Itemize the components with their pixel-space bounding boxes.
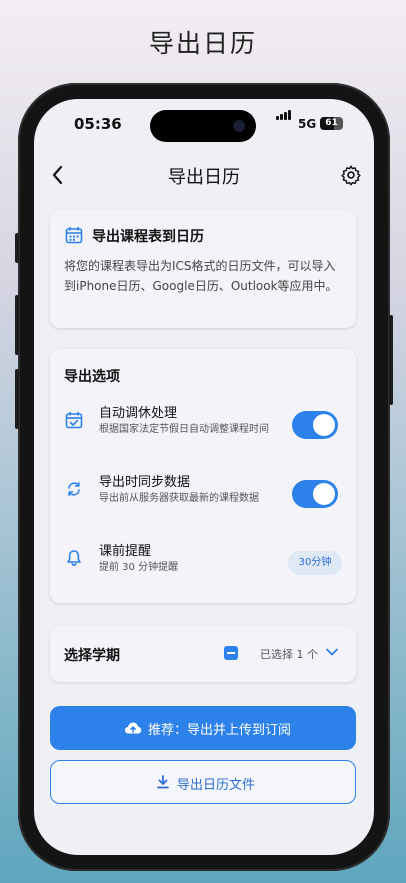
app-screen: 05:36 5G 61 导出日历 导出课程表到日历 将您的课程表导出为ICS格式… bbox=[34, 99, 374, 855]
export-options-title: 导出选项 bbox=[64, 369, 120, 385]
option-sync-data: 导出时同步数据 导出前从服务器获取最新的课程数据 bbox=[50, 470, 356, 520]
info-card: 导出课程表到日历 将您的课程表导出为ICS格式的日历文件，可以导入到iPhone… bbox=[50, 210, 356, 328]
mute-switch bbox=[15, 233, 19, 263]
semester-card[interactable]: 选择学期 已选择 1 个 bbox=[50, 626, 356, 682]
semester-checkbox[interactable] bbox=[224, 646, 238, 660]
option-label: 课前提醒 bbox=[99, 544, 152, 559]
option-auto-holiday: 自动调休处理 根据国家法定节假日自动调整课程时间 bbox=[50, 401, 356, 451]
volume-up-button bbox=[15, 295, 19, 355]
sync-data-toggle[interactable] bbox=[292, 480, 338, 508]
option-description: 根据国家法定节假日自动调整课程时间 bbox=[99, 424, 269, 435]
info-card-description: 将您的课程表导出为ICS格式的日历文件，可以导入到iPhone日历、Google… bbox=[64, 259, 338, 293]
page-caption: 导出日历 bbox=[148, 29, 257, 58]
cloud-upload-icon bbox=[125, 722, 142, 734]
export-file-label: 导出日历文件 bbox=[177, 778, 256, 793]
nav-bar: 导出日历 bbox=[34, 151, 374, 199]
toggle-knob bbox=[313, 483, 335, 505]
export-options-card: 导出选项 自动调休处理 根据国家法定节假日自动调整课程时间 导出时同步数据 导出… bbox=[50, 349, 356, 603]
info-card-title: 导出课程表到日历 bbox=[92, 229, 204, 245]
export-file-button[interactable]: 导出日历文件 bbox=[50, 760, 356, 804]
status-time: 05:36 bbox=[74, 115, 122, 133]
auto-holiday-toggle[interactable] bbox=[292, 411, 338, 439]
export-upload-button[interactable]: 推荐：导出并上传到订阅 bbox=[50, 706, 356, 750]
sync-icon bbox=[68, 482, 80, 496]
chevron-down-icon[interactable] bbox=[324, 644, 340, 660]
gear-icon[interactable] bbox=[340, 164, 362, 186]
page-title: 导出日历 bbox=[168, 167, 240, 188]
semester-selected-count: 已选择 1 个 bbox=[260, 648, 318, 661]
reminder-time-chip[interactable]: 30分钟 bbox=[288, 551, 342, 575]
toggle-knob bbox=[313, 414, 335, 436]
option-label: 导出时同步数据 bbox=[99, 475, 191, 490]
camera-icon bbox=[233, 120, 245, 132]
semester-title: 选择学期 bbox=[64, 648, 120, 664]
status-bar: 05:36 5G 61 bbox=[34, 99, 374, 151]
phone-frame: 05:36 5G 61 导出日历 导出课程表到日历 将您的课程表导出为ICS格式… bbox=[15, 83, 393, 871]
network-type: 5G bbox=[298, 117, 317, 131]
battery-level: 61 bbox=[325, 118, 338, 128]
power-button bbox=[389, 315, 393, 405]
export-upload-label: 推荐：导出并上传到订阅 bbox=[148, 723, 292, 738]
battery-icon: 61 bbox=[320, 117, 343, 130]
option-description: 导出前从服务器获取最新的课程数据 bbox=[99, 493, 259, 504]
calendar-check-icon bbox=[65, 412, 83, 429]
bell-icon bbox=[67, 550, 81, 566]
calendar-icon bbox=[65, 227, 83, 244]
option-description: 提前 30 分钟提醒 bbox=[99, 562, 179, 573]
dynamic-island bbox=[150, 110, 256, 142]
option-label: 自动调休处理 bbox=[99, 406, 178, 421]
volume-down-button bbox=[15, 369, 19, 429]
option-reminder: 课前提醒 提前 30 分钟提醒 30分钟 bbox=[50, 539, 356, 589]
download-icon bbox=[157, 775, 169, 789]
